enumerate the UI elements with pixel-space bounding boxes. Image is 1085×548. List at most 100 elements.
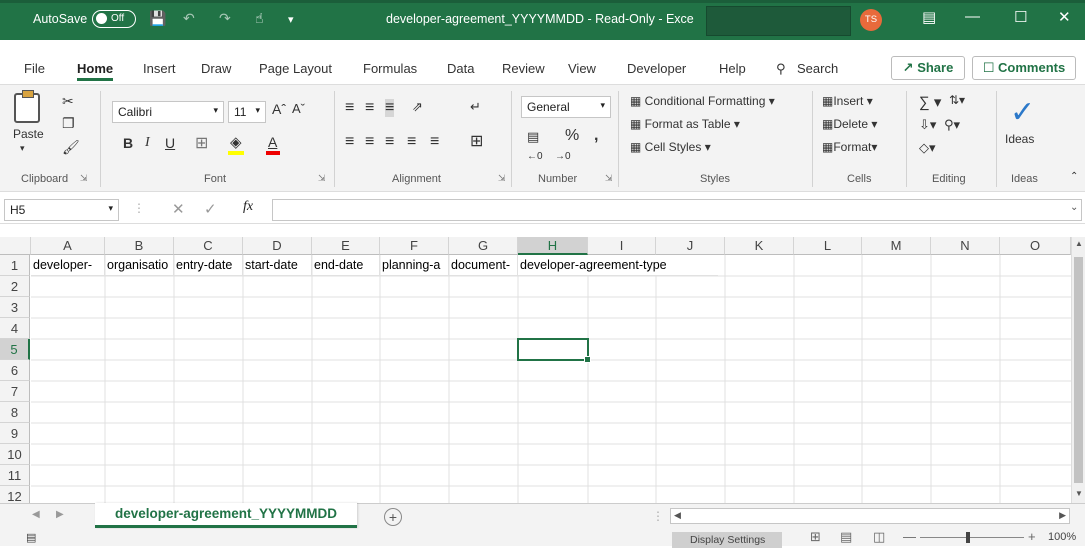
cell-c1[interactable]: entry-date bbox=[174, 255, 243, 276]
minimize-icon[interactable]: — bbox=[965, 8, 980, 25]
scroll-up-icon[interactable]: ▲ bbox=[1075, 239, 1083, 248]
tab-formulas[interactable]: Formulas bbox=[363, 61, 417, 76]
cell-g1[interactable]: document- bbox=[449, 255, 518, 276]
tab-page-layout[interactable]: Page Layout bbox=[259, 61, 332, 76]
align-right-icon[interactable]: ≡ bbox=[385, 133, 394, 151]
tab-review[interactable]: Review bbox=[502, 61, 545, 76]
column-header-g[interactable]: G bbox=[449, 237, 518, 255]
format-painter-icon[interactable]: 🖌 bbox=[62, 139, 80, 156]
align-middle-icon[interactable]: ≡ bbox=[365, 99, 374, 117]
column-header-a[interactable]: A bbox=[31, 237, 105, 255]
cell-a1[interactable]: developer- bbox=[31, 255, 105, 276]
customize-qat-icon[interactable]: ▾ bbox=[288, 13, 294, 26]
scroll-down-icon[interactable]: ▼ bbox=[1075, 489, 1083, 498]
column-header-f[interactable]: F bbox=[380, 237, 449, 255]
expand-formula-bar-icon[interactable]: ⌄ bbox=[1070, 202, 1078, 213]
row-header-8[interactable]: 8 bbox=[0, 402, 30, 423]
tab-file[interactable]: File bbox=[24, 61, 45, 76]
align-center-icon[interactable]: ≡ bbox=[365, 133, 374, 151]
italic-icon[interactable]: I bbox=[145, 135, 150, 151]
dialog-launcher-icon[interactable]: ⇲ bbox=[80, 173, 88, 184]
column-header-m[interactable]: M bbox=[862, 237, 931, 255]
row-header-6[interactable]: 6 bbox=[0, 360, 30, 381]
column-header-l[interactable]: L bbox=[794, 237, 862, 255]
fill-color-icon[interactable]: ◈ bbox=[230, 133, 242, 151]
row-header-4[interactable]: 4 bbox=[0, 318, 30, 339]
dialog-launcher-icon[interactable]: ⇲ bbox=[318, 173, 326, 184]
autosave-toggle[interactable]: Off bbox=[92, 10, 136, 28]
column-header-e[interactable]: E bbox=[312, 237, 380, 255]
orientation-icon[interactable]: ⇗ bbox=[412, 99, 423, 115]
share-button[interactable]: ↗ Share bbox=[891, 56, 965, 80]
column-header-c[interactable]: C bbox=[174, 237, 243, 255]
normal-view-icon[interactable]: ⊞ bbox=[810, 529, 821, 545]
comments-button[interactable]: ☐ Comments bbox=[972, 56, 1076, 80]
accounting-format-icon[interactable]: ▤ bbox=[527, 129, 539, 145]
next-sheet-icon[interactable]: ▶ bbox=[56, 509, 64, 520]
ribbon-display-options-icon[interactable]: ▤ bbox=[922, 8, 936, 26]
tab-draw[interactable]: Draw bbox=[201, 61, 231, 76]
search-icon[interactable]: ⚲ bbox=[776, 61, 786, 77]
column-header-o[interactable]: O bbox=[1000, 237, 1071, 255]
row-header-5[interactable]: 5 bbox=[0, 339, 30, 360]
format-cells-button[interactable]: ▦Format▾ bbox=[822, 140, 877, 154]
font-name-select[interactable]: Calibri ▾ bbox=[112, 101, 224, 123]
comma-style-icon[interactable]: , bbox=[594, 127, 598, 145]
drag-handle-icon[interactable]: ⋮ bbox=[133, 201, 145, 215]
increase-font-icon[interactable]: Aˆ bbox=[272, 101, 286, 117]
column-header-b[interactable]: B bbox=[105, 237, 174, 255]
conditional-formatting-button[interactable]: ▦ Conditional Formatting ▾ bbox=[630, 94, 775, 108]
increase-decimal-icon[interactable]: ←0 bbox=[527, 151, 543, 162]
align-bottom-icon[interactable]: ≡ bbox=[385, 99, 395, 117]
cell-e1[interactable]: end-date bbox=[312, 255, 380, 276]
zoom-slider[interactable] bbox=[920, 537, 1024, 538]
column-header-d[interactable]: D bbox=[243, 237, 312, 255]
maximize-icon[interactable]: ☐ bbox=[1014, 8, 1027, 26]
underline-icon[interactable]: U bbox=[165, 135, 175, 151]
tab-view[interactable]: View bbox=[568, 61, 596, 76]
confirm-entry-icon[interactable]: ✓ bbox=[204, 200, 217, 218]
column-header-i[interactable]: I bbox=[588, 237, 656, 255]
vertical-scrollbar[interactable]: ▲ ▼ bbox=[1071, 237, 1085, 503]
macro-record-icon[interactable]: ▤ bbox=[26, 531, 36, 544]
touch-mode-icon[interactable]: ☝ bbox=[255, 10, 264, 27]
bold-icon[interactable]: B bbox=[123, 135, 133, 151]
cell-styles-button[interactable]: ▦ Cell Styles ▾ bbox=[630, 140, 711, 154]
paste-icon[interactable] bbox=[14, 90, 40, 123]
zoom-out-icon[interactable]: — bbox=[903, 529, 916, 544]
scroll-thumb[interactable] bbox=[1074, 257, 1083, 483]
row-header-9[interactable]: 9 bbox=[0, 423, 30, 444]
cell-h1[interactable]: developer-agreement-type bbox=[518, 255, 718, 276]
paste-dropdown-icon[interactable]: ▾ bbox=[20, 143, 25, 154]
zoom-in-icon[interactable]: + bbox=[1028, 529, 1036, 544]
collapse-ribbon-icon[interactable]: ⌃ bbox=[1070, 171, 1078, 182]
ideas-label[interactable]: Ideas bbox=[1005, 132, 1034, 146]
dialog-launcher-icon[interactable]: ⇲ bbox=[605, 173, 613, 184]
formula-input[interactable] bbox=[272, 199, 1082, 221]
tab-help[interactable]: Help bbox=[719, 61, 746, 76]
number-format-select[interactable]: General ▾ bbox=[521, 96, 611, 118]
column-header-n[interactable]: N bbox=[931, 237, 1000, 255]
paste-label[interactable]: Paste bbox=[13, 127, 44, 141]
cell-f1[interactable]: planning-a bbox=[380, 255, 449, 276]
decrease-indent-icon[interactable]: ≡ bbox=[407, 133, 416, 151]
format-as-table-button[interactable]: ▦ Format as Table ▾ bbox=[630, 117, 740, 131]
column-header-j[interactable]: J bbox=[656, 237, 725, 255]
align-top-icon[interactable]: ≡ bbox=[345, 99, 354, 117]
ideas-icon[interactable]: ✓ bbox=[1010, 95, 1035, 130]
horizontal-scrollbar[interactable]: ◀ ▶ bbox=[670, 508, 1070, 524]
merge-center-icon[interactable]: ⊞ bbox=[470, 131, 483, 151]
sort-filter-icon[interactable]: ⇅▾ bbox=[949, 93, 965, 107]
close-icon[interactable]: ✕ bbox=[1058, 8, 1071, 26]
cell-b1[interactable]: organisatio bbox=[105, 255, 174, 276]
tab-insert[interactable]: Insert bbox=[143, 61, 176, 76]
tab-home[interactable]: Home bbox=[77, 61, 114, 81]
row-header-10[interactable]: 10 bbox=[0, 444, 30, 465]
align-left-icon[interactable]: ≡ bbox=[345, 133, 354, 151]
search-label[interactable]: Search bbox=[797, 61, 838, 76]
wrap-text-icon[interactable]: ↵ bbox=[470, 99, 481, 115]
active-cell-h5[interactable] bbox=[517, 338, 591, 363]
increase-indent-icon[interactable]: ≡ bbox=[430, 133, 439, 151]
decrease-font-icon[interactable]: Aˇ bbox=[292, 101, 305, 116]
scroll-right-icon[interactable]: ▶ bbox=[1059, 510, 1066, 521]
